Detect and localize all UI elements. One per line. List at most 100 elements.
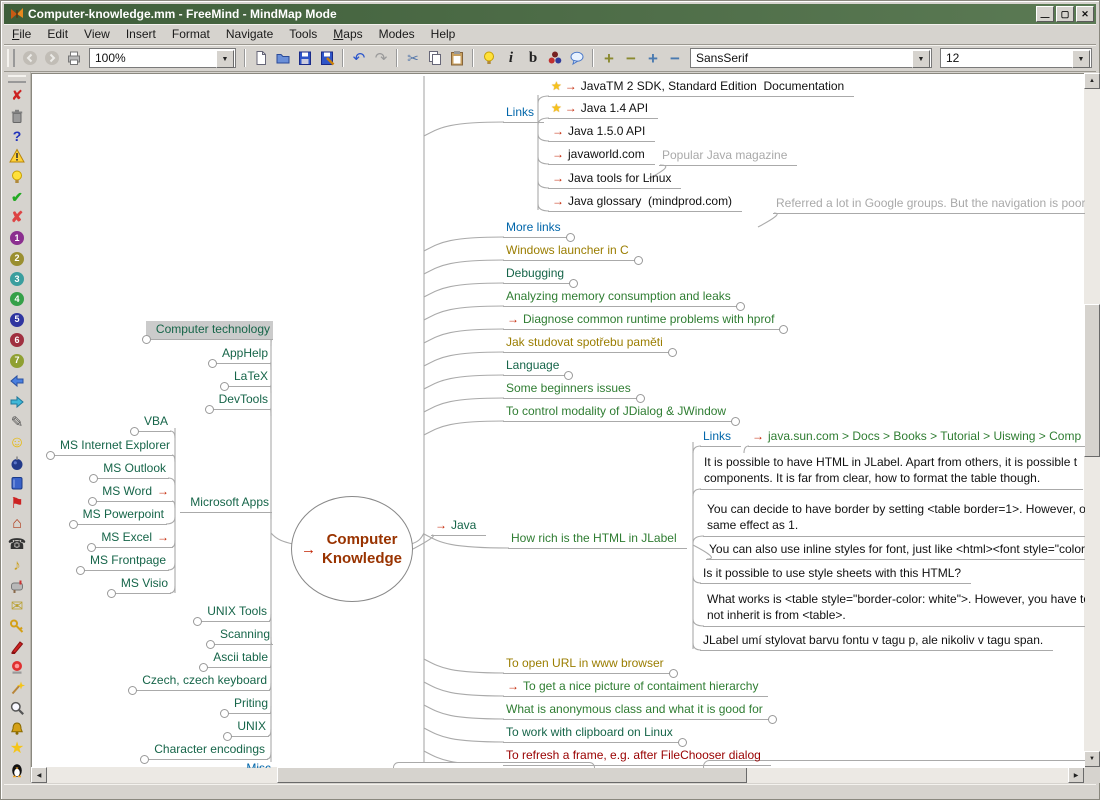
node-java-150-api[interactable]: → Java 1.5.0 API <box>548 123 656 142</box>
scroll-down-icon[interactable]: ▼ <box>1084 751 1100 767</box>
node-some-beginners-issues[interactable]: Some beginners issues <box>503 380 645 403</box>
number-6-icon[interactable]: 6 <box>8 332 26 348</box>
node-containment-hierarchy[interactable]: → To get a nice picture of contaiment hie… <box>503 678 769 697</box>
fold-circle[interactable] <box>635 394 645 403</box>
print-icon[interactable] <box>63 48 85 68</box>
node-vba[interactable]: VBA <box>129 413 171 436</box>
menu-maps[interactable]: Maps <box>325 25 370 43</box>
fold-circle[interactable] <box>668 669 678 678</box>
node-java[interactable]: → Java <box>431 517 487 536</box>
horizontal-scrollbar[interactable]: ◀ ▶ <box>31 767 1084 783</box>
smiley-icon[interactable]: ☺ <box>8 434 26 450</box>
chevron-down-icon[interactable]: ▼ <box>216 50 234 68</box>
number-3-icon[interactable]: 3 <box>8 271 26 287</box>
not-ok-icon[interactable]: ✘ <box>8 210 26 226</box>
toolbar-grip[interactable] <box>7 49 15 67</box>
book-icon[interactable] <box>8 475 26 491</box>
node-jak-studovat[interactable]: Jak studovat spotřebu paměti <box>503 334 677 357</box>
vertical-scrollbar[interactable]: ▲ ▼ <box>1084 73 1100 767</box>
node-microsoft-apps[interactable]: Microsoft Apps <box>180 494 272 513</box>
minimize-button[interactable]: — <box>1036 6 1054 22</box>
node-ms-visio[interactable]: MS Visio <box>106 575 171 598</box>
cut-icon[interactable]: ✂ <box>402 48 424 68</box>
menu-navigate[interactable]: Navigate <box>218 25 281 43</box>
flag-icon[interactable]: ⚑ <box>8 496 26 512</box>
forward-arrow-icon[interactable] <box>8 393 26 409</box>
bold-icon[interactable]: b <box>522 48 544 68</box>
node-java-sun-com-path[interactable]: → java.sun.com > Docs > Books > Tutorial … <box>748 428 1085 447</box>
alarm-icon[interactable] <box>8 659 26 675</box>
title-bar[interactable]: Computer-knowledge.mm - FreeMind - MindM… <box>4 4 1096 24</box>
prev-map-icon[interactable] <box>19 48 41 68</box>
save-map-icon[interactable] <box>294 48 316 68</box>
idea-icon[interactable] <box>8 169 26 185</box>
copy-icon[interactable] <box>424 48 446 68</box>
node-scanning[interactable]: Scanning <box>205 626 273 649</box>
menu-modes[interactable]: Modes <box>371 25 423 43</box>
node-latex[interactable]: LaTeX <box>219 368 271 391</box>
lightbulb-icon[interactable] <box>478 48 500 68</box>
fold-circle[interactable] <box>129 427 139 436</box>
node-style-sheets-question[interactable]: Is it possible to use style sheets with … <box>700 565 972 584</box>
number-4-icon[interactable]: 4 <box>8 291 26 307</box>
note-popular-java-magazine[interactable]: Popular Java magazine <box>659 147 798 166</box>
node-border-color-white[interactable]: What works is <table style="border-color… <box>703 590 1085 627</box>
bell-icon[interactable] <box>8 720 26 736</box>
home-icon[interactable]: ⌂ <box>8 516 26 532</box>
node-ascii-table[interactable]: Ascii table <box>199 649 271 672</box>
node-ms-frontpage[interactable]: MS Frontpage <box>75 552 169 575</box>
node-ms-word[interactable]: MS Word → <box>88 483 173 506</box>
trash-icon[interactable] <box>8 107 26 123</box>
number-1-icon[interactable]: 1 <box>8 230 26 246</box>
node-links-2[interactable]: Links <box>700 428 742 447</box>
menu-insert[interactable]: Insert <box>118 25 164 43</box>
star-icon[interactable]: ★ <box>8 740 26 757</box>
node-java-14-api[interactable]: ★ → Java 1.4 API <box>548 100 659 119</box>
scroll-left-icon[interactable]: ◀ <box>31 767 47 783</box>
mailbox-icon[interactable] <box>8 577 26 593</box>
fold-circle[interactable] <box>565 233 575 242</box>
vertical-scroll-thumb[interactable] <box>1084 304 1100 457</box>
node-links[interactable]: Links <box>503 104 545 123</box>
node-czech-keyboard[interactable]: Czech, czech keyboard <box>128 672 270 695</box>
note-referred-google-groups[interactable]: Referred a lot in Google groups. But the… <box>773 195 1085 214</box>
node-devtools[interactable]: DevTools <box>204 391 271 414</box>
node-javaworld-com[interactable]: → javaworld.com <box>548 146 655 165</box>
fold-circle[interactable] <box>68 520 78 529</box>
mail-icon[interactable]: ✉ <box>8 598 26 614</box>
fold-circle[interactable] <box>735 302 745 311</box>
node-misc[interactable]: Misc <box>236 760 274 768</box>
node-ms-outlook[interactable]: MS Outlook <box>89 460 169 483</box>
fold-circle[interactable] <box>633 256 643 265</box>
key-icon[interactable] <box>8 618 26 634</box>
node-java-glossary[interactable]: → Java glossary (mindprod.com) <box>548 193 743 212</box>
node-apphelp[interactable]: AppHelp <box>207 345 271 368</box>
horizontal-scroll-thumb[interactable] <box>277 767 747 783</box>
node-how-rich-html-jlabel[interactable]: How rich is the HTML in JLabel <box>508 530 687 549</box>
number-2-icon[interactable]: 2 <box>8 250 26 266</box>
help-icon[interactable]: ? <box>8 128 26 144</box>
node-debugging[interactable]: Debugging <box>503 265 579 288</box>
node-analyzing-memory[interactable]: Analyzing memory consumption and leaks <box>503 288 745 311</box>
scroll-up-icon[interactable]: ▲ <box>1084 73 1100 89</box>
node-unix[interactable]: UNIX <box>223 718 269 741</box>
speech-bubble-icon[interactable] <box>566 48 588 68</box>
mindmap-canvas[interactable]: → Computer Knowledge → Java Links ★ → JavaTM 2 … <box>31 73 1085 768</box>
node-clipboard-on-linux[interactable]: To work with clipboard on Linux <box>503 724 687 747</box>
node-refresh-a-frame[interactable]: To refresh a frame, e.g. after FileChoos… <box>503 747 771 766</box>
node-priting[interactable]: Priting <box>219 695 271 718</box>
chevron-down-icon[interactable]: ▼ <box>912 50 930 68</box>
fold-circle[interactable] <box>141 335 151 344</box>
fold-circle[interactable] <box>45 451 55 460</box>
node-html-in-jlabel-possible[interactable]: It is possible to have HTML in JLabel. A… <box>700 453 1084 490</box>
node-character-encodings[interactable]: Character encodings <box>140 741 268 764</box>
menu-tools[interactable]: Tools <box>281 25 325 43</box>
wand-icon[interactable] <box>8 680 26 696</box>
chevron-down-icon[interactable]: ▼ <box>1072 50 1090 68</box>
node-jlabel-umi-stylovat[interactable]: JLabel umí stylovat barvu fontu v tagu p… <box>700 632 1054 651</box>
node-windows-launcher-in-c[interactable]: Windows launcher in C <box>503 242 643 265</box>
node-computer-technology[interactable]: Computer technology <box>141 321 273 344</box>
pencil-icon[interactable]: ✎ <box>8 414 26 430</box>
node-ms-powerpoint[interactable]: MS Powerpoint <box>68 506 167 529</box>
fold-circle[interactable] <box>75 566 85 575</box>
